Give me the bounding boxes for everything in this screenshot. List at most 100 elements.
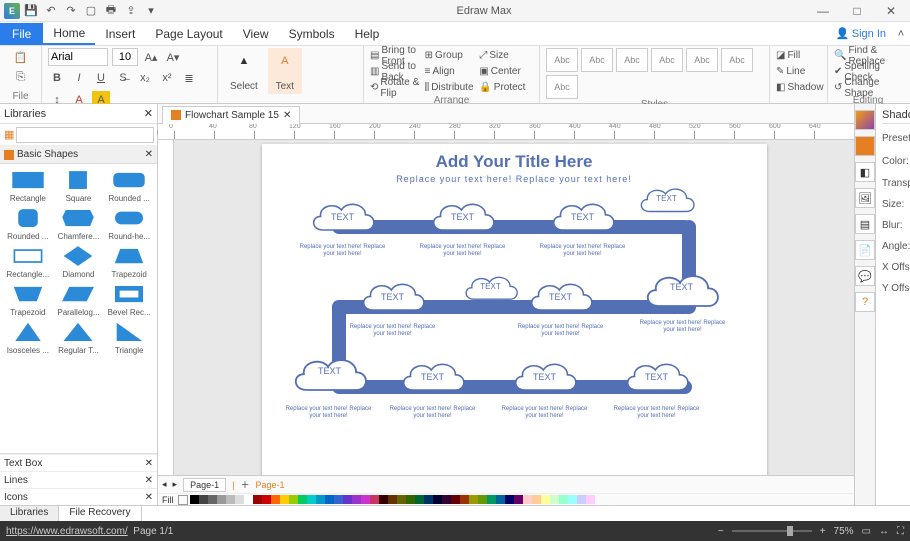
qat-print-icon[interactable]: 🖶: [102, 2, 120, 20]
shape-rectangle2[interactable]: Rectangle...: [4, 244, 52, 279]
style-preset[interactable]: Abc: [546, 75, 578, 99]
tab-close-icon[interactable]: ✕: [283, 110, 291, 121]
tab-help[interactable]: Help: [345, 23, 390, 45]
color-swatch[interactable]: [253, 495, 262, 504]
zoom-out-icon[interactable]: −: [718, 526, 724, 537]
style-preset[interactable]: Abc: [581, 48, 613, 72]
flow-cloud[interactable]: TEXT: [616, 354, 698, 402]
color-swatch[interactable]: [451, 495, 460, 504]
text-tool[interactable]: AText: [268, 48, 302, 94]
status-url[interactable]: https://www.edrawsoft.com/: [6, 526, 128, 537]
page-tool-icon[interactable]: 📄: [855, 240, 875, 260]
color-swatch[interactable]: [208, 495, 217, 504]
library-search-input[interactable]: [16, 127, 154, 143]
color-swatch[interactable]: [325, 495, 334, 504]
flow-cloud[interactable]: TEXT: [422, 194, 504, 242]
flow-cloud[interactable]: TEXT: [504, 354, 586, 402]
color-swatch[interactable]: [478, 495, 487, 504]
change-shape-button[interactable]: ↺ Change Shape: [834, 80, 902, 95]
color-swatch[interactable]: [379, 495, 388, 504]
tab-page-layout[interactable]: Page Layout: [145, 23, 232, 45]
color-swatch[interactable]: [541, 495, 550, 504]
center-button[interactable]: ▣ Center: [479, 64, 533, 79]
shape-bevel[interactable]: Bevel Rec...: [105, 282, 153, 317]
shape-trapezoid[interactable]: Trapezoid: [105, 244, 153, 279]
shape-chamfered[interactable]: Chamfere...: [55, 206, 103, 241]
superscript-button[interactable]: x²: [158, 69, 176, 87]
flow-cloud[interactable]: TEXT: [392, 354, 474, 402]
color-swatch[interactable]: [388, 495, 397, 504]
style-preset[interactable]: Abc: [721, 48, 753, 72]
ribbon-minimize-icon[interactable]: ˄: [892, 25, 910, 43]
layer-tool-icon[interactable]: ▤: [855, 214, 875, 234]
shadow-button[interactable]: ◧ Shadow: [776, 80, 821, 95]
bottom-tab-recovery[interactable]: File Recovery: [59, 506, 141, 521]
shadow-tool-icon[interactable]: ◧: [855, 162, 875, 182]
color-swatch[interactable]: [469, 495, 478, 504]
qat-caret-icon[interactable]: ▾: [142, 2, 160, 20]
shape-parallelogram[interactable]: Parallelog...: [55, 282, 103, 317]
flow-cloud[interactable]: TEXT: [542, 194, 624, 242]
line-button[interactable]: ✎ Line: [776, 64, 821, 79]
shape-rounded-square[interactable]: Rounded ...: [4, 206, 52, 241]
document-tab[interactable]: Flowchart Sample 15✕: [162, 106, 300, 124]
fit-page-icon[interactable]: ▭: [862, 526, 871, 537]
sign-in-link[interactable]: Sign In: [852, 28, 886, 40]
color-swatch[interactable]: [397, 495, 406, 504]
page-title-text[interactable]: Add Your Title Here: [262, 144, 767, 172]
subscript-button[interactable]: x₂: [136, 69, 154, 87]
color-swatch[interactable]: [217, 495, 226, 504]
lib-textbox[interactable]: Text Box✕: [0, 454, 157, 471]
select-tool[interactable]: ▲Select: [224, 48, 264, 94]
flow-cloud[interactable]: TEXT: [352, 274, 434, 322]
color-swatch[interactable]: [289, 495, 298, 504]
color-swatch[interactable]: [343, 495, 352, 504]
category-close-icon[interactable]: ✕: [145, 149, 153, 160]
italic-button[interactable]: I: [70, 69, 88, 87]
color-swatch[interactable]: [415, 495, 424, 504]
distribute-button[interactable]: ⫼ Distribute: [425, 80, 479, 95]
comment-tool-icon[interactable]: 💬: [855, 266, 875, 286]
color-swatch[interactable]: [505, 495, 514, 504]
color-swatch[interactable]: [532, 495, 541, 504]
theme-tool-icon[interactable]: [855, 110, 875, 130]
qat-new-icon[interactable]: ▢: [82, 2, 100, 20]
protect-button[interactable]: 🔒 Protect: [479, 80, 533, 95]
flow-cloud[interactable]: TEXT: [457, 268, 525, 310]
color-swatch[interactable]: [406, 495, 415, 504]
style-preset[interactable]: Abc: [616, 48, 648, 72]
shape-square[interactable]: Square: [55, 168, 103, 203]
fit-width-icon[interactable]: ↔: [879, 526, 889, 537]
page-tab[interactable]: Page-1: [183, 478, 226, 492]
color-swatch[interactable]: [334, 495, 343, 504]
color-swatch[interactable]: [262, 495, 271, 504]
page-prev-icon[interactable]: ◂: [162, 479, 167, 490]
color-swatch[interactable]: [460, 495, 469, 504]
help-tool-icon[interactable]: ?: [855, 292, 875, 312]
shape-isosceles[interactable]: Isosceles ...: [4, 320, 52, 355]
picture-tool-icon[interactable]: 🖼: [855, 188, 875, 208]
fill-tool-icon[interactable]: [855, 136, 875, 156]
color-swatch[interactable]: [568, 495, 577, 504]
flow-cloud[interactable]: TEXT: [282, 348, 378, 404]
color-swatch[interactable]: [496, 495, 505, 504]
qat-export-icon[interactable]: ⇪: [122, 2, 140, 20]
user-icon[interactable]: 👤: [834, 25, 852, 43]
fullscreen-icon[interactable]: ⛶: [897, 526, 904, 537]
style-preset[interactable]: Abc: [651, 48, 683, 72]
zoom-slider[interactable]: [732, 530, 812, 532]
color-swatch[interactable]: [577, 495, 586, 504]
page-next-icon[interactable]: ▸: [173, 479, 178, 490]
color-swatch[interactable]: [235, 495, 244, 504]
tab-symbols[interactable]: Symbols: [279, 23, 345, 45]
style-preset[interactable]: Abc: [546, 48, 578, 72]
color-swatch[interactable]: [514, 495, 523, 504]
flow-cloud[interactable]: TEXT: [302, 194, 384, 242]
flow-cloud[interactable]: TEXT: [632, 264, 732, 320]
shape-trapezoid2[interactable]: Trapezoid: [4, 282, 52, 317]
font-name-input[interactable]: [48, 48, 108, 66]
file-menu-button[interactable]: File: [0, 23, 43, 45]
maximize-button[interactable]: □: [842, 0, 872, 22]
tab-insert[interactable]: Insert: [95, 23, 145, 45]
close-button[interactable]: ✕: [876, 0, 906, 22]
